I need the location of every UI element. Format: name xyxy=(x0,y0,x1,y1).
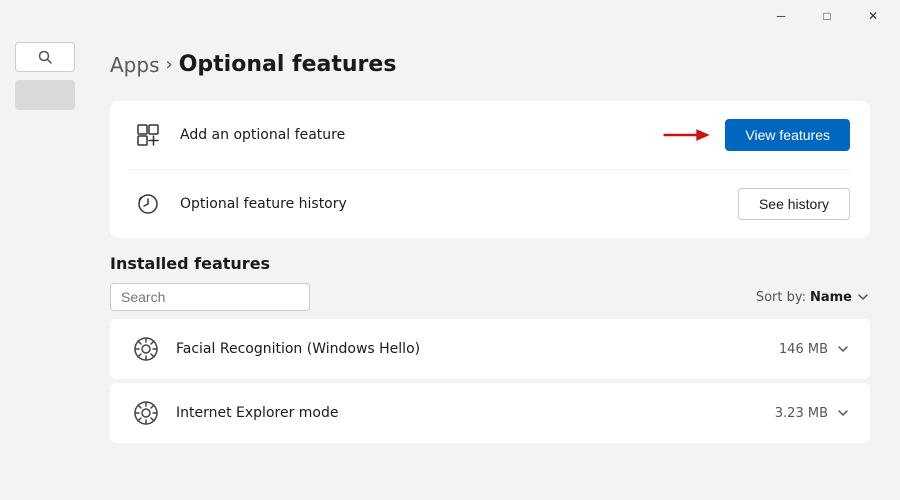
breadcrumb-separator: › xyxy=(166,54,173,75)
add-feature-label: Add an optional feature xyxy=(180,127,663,143)
feature-expand-icon xyxy=(836,406,850,420)
app-layout: Apps › Optional features Add an optional… xyxy=(0,32,900,500)
feature-list: Facial Recognition (Windows Hello) 146 M… xyxy=(110,319,870,443)
feature-item-icon xyxy=(130,333,162,365)
feature-history-label: Optional feature history xyxy=(180,196,738,212)
add-feature-row: Add an optional feature View features xyxy=(130,101,850,170)
action-card: Add an optional feature View features xyxy=(110,101,870,238)
feature-item-name: Internet Explorer mode xyxy=(176,405,775,421)
sort-value: Name xyxy=(810,290,852,305)
arrow-indicator xyxy=(663,125,713,145)
feature-item-icon xyxy=(130,397,162,429)
titlebar: ─ □ ✕ xyxy=(0,0,900,32)
view-features-button[interactable]: View features xyxy=(725,119,850,151)
sort-prefix: Sort by: xyxy=(756,290,806,305)
page-title: Optional features xyxy=(179,52,397,77)
main-content: Apps › Optional features Add an optional… xyxy=(90,32,900,500)
feature-item[interactable]: Internet Explorer mode 3.23 MB xyxy=(110,383,870,443)
sort-control[interactable]: Sort by: Name xyxy=(756,290,870,305)
sidebar-search[interactable] xyxy=(15,42,75,72)
feature-item-name: Facial Recognition (Windows Hello) xyxy=(176,341,779,357)
feature-expand-icon xyxy=(836,342,850,356)
feature-search-box[interactable] xyxy=(110,283,310,311)
feature-search-input[interactable] xyxy=(121,289,302,305)
installed-features-title: Installed features xyxy=(110,254,870,273)
feature-history-row: Optional feature history See history xyxy=(130,170,850,238)
feature-item[interactable]: Facial Recognition (Windows Hello) 146 M… xyxy=(110,319,870,379)
breadcrumb: Apps › Optional features xyxy=(110,52,870,77)
maximize-button[interactable]: □ xyxy=(804,0,850,32)
sidebar xyxy=(0,32,90,500)
sort-chevron-icon xyxy=(856,290,870,304)
sidebar-placeholder xyxy=(15,80,75,110)
feature-item-size: 146 MB xyxy=(779,342,828,357)
search-icon xyxy=(38,50,52,64)
minimize-button[interactable]: ─ xyxy=(758,0,804,32)
close-button[interactable]: ✕ xyxy=(850,0,896,32)
installed-header: Sort by: Name xyxy=(110,283,870,311)
add-feature-icon xyxy=(130,117,166,153)
see-history-button[interactable]: See history xyxy=(738,188,850,220)
breadcrumb-apps[interactable]: Apps xyxy=(110,53,160,77)
history-icon xyxy=(130,186,166,222)
feature-item-size: 3.23 MB xyxy=(775,406,828,421)
